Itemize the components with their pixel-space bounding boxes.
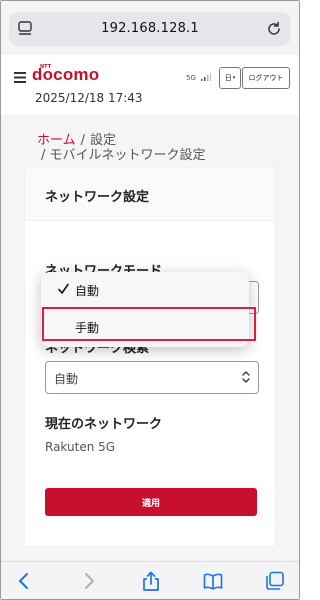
highlight-annotation-box xyxy=(42,307,256,341)
dropdown-option-auto[interactable]: 自動 xyxy=(41,272,249,309)
current-network-value: Rakuten 5G xyxy=(45,440,116,454)
reload-icon[interactable] xyxy=(266,21,282,37)
url-text[interactable]: 192.168.128.1 xyxy=(49,21,251,36)
language-button[interactable]: 日 ▾ xyxy=(219,67,241,89)
checkmark-icon xyxy=(58,283,69,294)
card-title: ネットワーク設定 xyxy=(45,190,150,205)
select-arrows-icon xyxy=(242,371,250,383)
apply-button[interactable]: 適用 xyxy=(45,488,257,516)
language-button-label: 日 xyxy=(224,74,232,82)
share-icon[interactable] xyxy=(141,571,161,591)
breadcrumb-current: / モバイルネットワーク設定 xyxy=(41,148,206,163)
docomo-logo: docomo xyxy=(32,65,100,84)
chevron-down-icon: ▾ xyxy=(232,75,236,81)
network-indicator: 5G xyxy=(186,74,196,82)
hamburger-menu-icon[interactable] xyxy=(14,72,26,83)
datetime: 2025/12/18 17:43 xyxy=(35,91,143,105)
address-bar[interactable]: 192.168.128.1 xyxy=(9,12,291,46)
browser-address-area: 192.168.128.1 xyxy=(1,1,299,55)
current-network-label: 現在のネットワーク xyxy=(45,417,163,432)
browser-toolbar xyxy=(1,561,299,599)
bookmarks-icon[interactable] xyxy=(203,571,223,591)
network-search-select[interactable]: 自動 xyxy=(45,361,259,394)
signal-icon xyxy=(201,73,211,81)
network-search-value: 自動 xyxy=(54,372,79,386)
card-header: ネットワーク設定 xyxy=(25,168,275,221)
network-settings-card: ネットワーク設定 ネットワークモード ネットワーク検索 自動 現在のネットワーク… xyxy=(25,168,275,546)
back-arrow-icon[interactable] xyxy=(15,571,35,591)
logout-button[interactable]: ログアウト xyxy=(242,67,290,89)
dropdown-option-label: 自動 xyxy=(75,284,100,298)
forward-arrow-icon[interactable] xyxy=(78,571,98,591)
page-menu-icon[interactable] xyxy=(18,21,32,37)
tabs-icon[interactable] xyxy=(265,571,285,591)
phone-screen: 192.168.128.1 NTT docomo 2025/12/18 17:4… xyxy=(0,0,300,600)
site-header: NTT docomo 2025/12/18 17:43 5G 日 ▾ ログアウト xyxy=(1,55,299,115)
